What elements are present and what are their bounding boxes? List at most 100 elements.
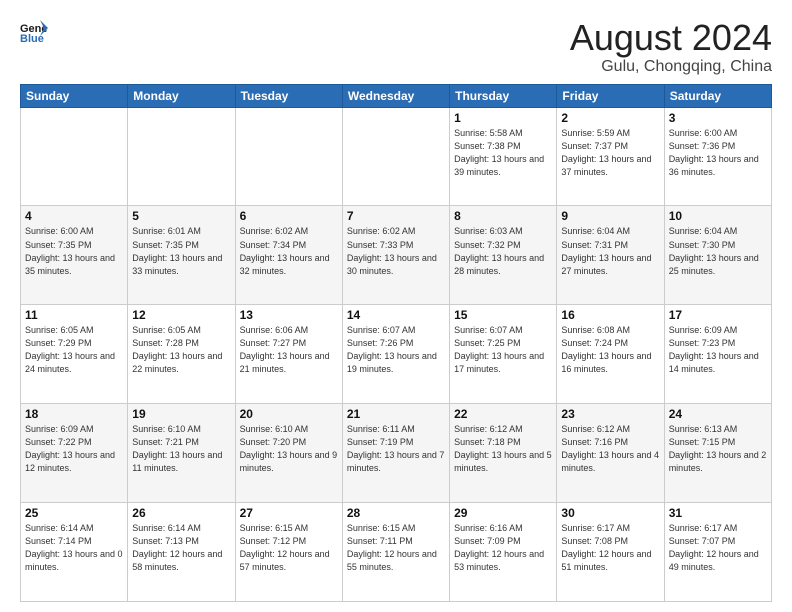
day-info: Sunrise: 6:00 AMSunset: 7:35 PMDaylight:…	[25, 225, 123, 277]
day-number: 1	[454, 111, 552, 125]
day-number: 28	[347, 506, 445, 520]
table-row	[342, 107, 449, 206]
table-row: 14 Sunrise: 6:07 AMSunset: 7:26 PMDayligh…	[342, 305, 449, 404]
day-number: 18	[25, 407, 123, 421]
table-row: 12 Sunrise: 6:05 AMSunset: 7:28 PMDayligh…	[128, 305, 235, 404]
table-row: 3 Sunrise: 6:00 AMSunset: 7:36 PMDaylight…	[664, 107, 771, 206]
day-number: 27	[240, 506, 338, 520]
svg-text:Blue: Blue	[20, 33, 44, 45]
day-number: 11	[25, 308, 123, 322]
day-info: Sunrise: 6:02 AMSunset: 7:34 PMDaylight:…	[240, 225, 338, 277]
day-info: Sunrise: 6:15 AMSunset: 7:12 PMDaylight:…	[240, 522, 338, 574]
table-row: 22Sunrise: 6:12 AMSunset: 7:18 PMDayligh…	[450, 404, 557, 503]
table-row: 24 Sunrise: 6:13 AMSunset: 7:15 PMDayligh…	[664, 404, 771, 503]
day-info: Sunrise: 6:05 AMSunset: 7:28 PMDaylight:…	[132, 324, 230, 376]
table-row: 26 Sunrise: 6:14 AMSunset: 7:13 PMDayligh…	[128, 503, 235, 602]
day-info: Sunrise: 6:07 AMSunset: 7:25 PMDaylight:…	[454, 324, 552, 376]
day-number: 9	[561, 209, 659, 223]
day-info: Sunrise: 6:17 AMSunset: 7:07 PMDaylight:…	[669, 522, 767, 574]
day-info: Sunrise: 6:14 AMSunset: 7:14 PMDaylight:…	[25, 522, 123, 574]
day-info: Sunrise: 6:05 AMSunset: 7:29 PMDaylight:…	[25, 324, 123, 376]
table-row: 8 Sunrise: 6:03 AMSunset: 7:32 PMDaylight…	[450, 206, 557, 305]
calendar-page: General Blue August 2024 Gulu, Chongqing…	[0, 0, 792, 612]
day-number: 30	[561, 506, 659, 520]
table-row: 25 Sunrise: 6:14 AMSunset: 7:14 PMDayligh…	[21, 503, 128, 602]
day-info: Sunrise: 6:04 AMSunset: 7:31 PMDaylight:…	[561, 225, 659, 277]
day-info: Sunrise: 6:09 AMSunset: 7:22 PMDaylight:…	[25, 423, 123, 475]
day-info: Sunrise: 6:08 AMSunset: 7:24 PMDaylight:…	[561, 324, 659, 376]
day-info: Sunrise: 6:01 AMSunset: 7:35 PMDaylight:…	[132, 225, 230, 277]
day-number: 31	[669, 506, 767, 520]
logo: General Blue	[20, 18, 48, 46]
day-info: Sunrise: 6:15 AMSunset: 7:11 PMDaylight:…	[347, 522, 445, 574]
day-number: 14	[347, 308, 445, 322]
day-info: Sunrise: 6:04 AMSunset: 7:30 PMDaylight:…	[669, 225, 767, 277]
day-number: 12	[132, 308, 230, 322]
day-number: 19	[132, 407, 230, 421]
day-info: Sunrise: 6:06 AMSunset: 7:27 PMDaylight:…	[240, 324, 338, 376]
table-row: 1 Sunrise: 5:58 AMSunset: 7:38 PMDaylight…	[450, 107, 557, 206]
table-row	[21, 107, 128, 206]
day-number: 15	[454, 308, 552, 322]
day-number: 24	[669, 407, 767, 421]
col-tuesday: Tuesday	[235, 84, 342, 107]
day-number: 2	[561, 111, 659, 125]
calendar-week-row: 4Sunrise: 6:00 AMSunset: 7:35 PMDaylight…	[21, 206, 772, 305]
calendar-week-row: 1 Sunrise: 5:58 AMSunset: 7:38 PMDaylight…	[21, 107, 772, 206]
day-info: Sunrise: 5:58 AMSunset: 7:38 PMDaylight:…	[454, 127, 552, 179]
day-info: Sunrise: 6:16 AMSunset: 7:09 PMDaylight:…	[454, 522, 552, 574]
subtitle: Gulu, Chongqing, China	[570, 58, 772, 76]
day-number: 5	[132, 209, 230, 223]
calendar-table: Sunday Monday Tuesday Wednesday Thursday…	[20, 84, 772, 602]
calendar-header-row: Sunday Monday Tuesday Wednesday Thursday…	[21, 84, 772, 107]
table-row: 30 Sunrise: 6:17 AMSunset: 7:08 PMDayligh…	[557, 503, 664, 602]
day-info: Sunrise: 6:10 AMSunset: 7:21 PMDaylight:…	[132, 423, 230, 475]
table-row: 13 Sunrise: 6:06 AMSunset: 7:27 PMDayligh…	[235, 305, 342, 404]
table-row: 20 Sunrise: 6:10 AMSunset: 7:20 PMDayligh…	[235, 404, 342, 503]
table-row: 2 Sunrise: 5:59 AMSunset: 7:37 PMDaylight…	[557, 107, 664, 206]
calendar-week-row: 25 Sunrise: 6:14 AMSunset: 7:14 PMDayligh…	[21, 503, 772, 602]
day-number: 7	[347, 209, 445, 223]
day-number: 8	[454, 209, 552, 223]
table-row: 9 Sunrise: 6:04 AMSunset: 7:31 PMDaylight…	[557, 206, 664, 305]
table-row: 17 Sunrise: 6:09 AMSunset: 7:23 PMDayligh…	[664, 305, 771, 404]
day-info: Sunrise: 6:11 AMSunset: 7:19 PMDaylight:…	[347, 423, 445, 475]
day-info: Sunrise: 6:03 AMSunset: 7:32 PMDaylight:…	[454, 225, 552, 277]
table-row: 15 Sunrise: 6:07 AMSunset: 7:25 PMDayligh…	[450, 305, 557, 404]
table-row: 28 Sunrise: 6:15 AMSunset: 7:11 PMDayligh…	[342, 503, 449, 602]
day-number: 26	[132, 506, 230, 520]
table-row: 27 Sunrise: 6:15 AMSunset: 7:12 PMDayligh…	[235, 503, 342, 602]
day-number: 3	[669, 111, 767, 125]
table-row: 21 Sunrise: 6:11 AMSunset: 7:19 PMDayligh…	[342, 404, 449, 503]
col-monday: Monday	[128, 84, 235, 107]
table-row: 29 Sunrise: 6:16 AMSunset: 7:09 PMDayligh…	[450, 503, 557, 602]
day-number: 6	[240, 209, 338, 223]
day-number: 13	[240, 308, 338, 322]
day-number: 29	[454, 506, 552, 520]
day-info: Sunrise: 6:14 AMSunset: 7:13 PMDaylight:…	[132, 522, 230, 574]
day-number: 17	[669, 308, 767, 322]
day-number: 25	[25, 506, 123, 520]
day-info: Sunrise: 6:12 AMSunset: 7:18 PMDaylight:…	[454, 423, 552, 475]
logo-icon: General Blue	[20, 18, 48, 46]
day-info: Sunrise: 5:59 AMSunset: 7:37 PMDaylight:…	[561, 127, 659, 179]
day-info: Sunrise: 6:09 AMSunset: 7:23 PMDaylight:…	[669, 324, 767, 376]
table-row: 16Sunrise: 6:08 AMSunset: 7:24 PMDayligh…	[557, 305, 664, 404]
col-wednesday: Wednesday	[342, 84, 449, 107]
day-number: 20	[240, 407, 338, 421]
day-info: Sunrise: 6:10 AMSunset: 7:20 PMDaylight:…	[240, 423, 338, 475]
col-saturday: Saturday	[664, 84, 771, 107]
table-row: 19 Sunrise: 6:10 AMSunset: 7:21 PMDayligh…	[128, 404, 235, 503]
table-row: 10Sunrise: 6:04 AMSunset: 7:30 PMDayligh…	[664, 206, 771, 305]
day-info: Sunrise: 6:02 AMSunset: 7:33 PMDaylight:…	[347, 225, 445, 277]
day-info: Sunrise: 6:00 AMSunset: 7:36 PMDaylight:…	[669, 127, 767, 179]
table-row: 5 Sunrise: 6:01 AMSunset: 7:35 PMDaylight…	[128, 206, 235, 305]
table-row	[235, 107, 342, 206]
table-row: 11 Sunrise: 6:05 AMSunset: 7:29 PMDayligh…	[21, 305, 128, 404]
col-sunday: Sunday	[21, 84, 128, 107]
day-number: 21	[347, 407, 445, 421]
day-info: Sunrise: 6:17 AMSunset: 7:08 PMDaylight:…	[561, 522, 659, 574]
day-info: Sunrise: 6:13 AMSunset: 7:15 PMDaylight:…	[669, 423, 767, 475]
day-info: Sunrise: 6:07 AMSunset: 7:26 PMDaylight:…	[347, 324, 445, 376]
calendar-week-row: 18 Sunrise: 6:09 AMSunset: 7:22 PMDayligh…	[21, 404, 772, 503]
